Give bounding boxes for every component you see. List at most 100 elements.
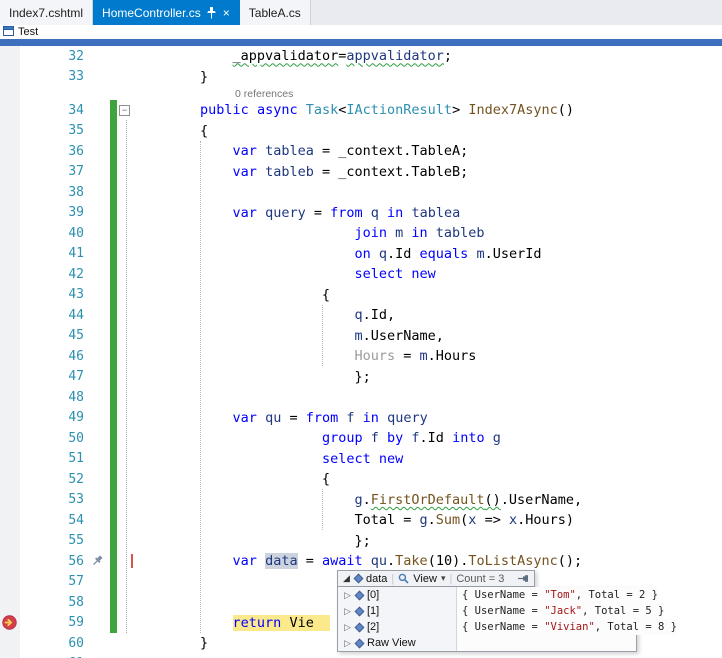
line-number[interactable]: 42 <box>20 267 90 282</box>
code-line[interactable]: var query = from q in tablea <box>135 205 722 221</box>
code-line[interactable]: var data = await qu.Take(10).ToListAsync… <box>135 553 722 570</box>
line-number[interactable]: 56 <box>20 554 90 569</box>
test-window-titlebar[interactable]: Test <box>0 25 722 39</box>
line-number[interactable]: 41 <box>20 246 90 261</box>
line-number[interactable]: 40 <box>20 226 90 241</box>
line-number[interactable]: 33 <box>20 69 90 84</box>
breakpoint-gutter-cell[interactable] <box>0 244 20 265</box>
expander-closed-icon[interactable]: ▷ <box>343 606 352 617</box>
breakpoint-gutter-cell[interactable] <box>0 182 20 203</box>
line-number[interactable]: 37 <box>20 164 90 179</box>
breakpoint-gutter-cell[interactable] <box>0 223 20 244</box>
code-line[interactable]: var qu = from f in query <box>135 410 722 426</box>
breakpoint-gutter-cell[interactable] <box>0 346 20 367</box>
codelens-references[interactable]: 0 references <box>135 88 722 100</box>
datatip-item-row[interactable]: ▷ [1] { UserName = "Jack", Total = 5 } <box>338 603 665 619</box>
close-icon[interactable]: × <box>223 7 230 19</box>
code-line[interactable]: Hours = m.Hours <box>135 348 722 364</box>
pin-icon[interactable] <box>206 6 216 19</box>
breakpoint-gutter-cell[interactable] <box>0 264 20 285</box>
datatip-header[interactable]: ◢ data | View ▾ | Count = 3 <box>337 570 535 587</box>
code-line[interactable]: select new <box>135 266 722 282</box>
code-line[interactable]: Total = g.Sum(x => x.Hours) <box>135 512 722 528</box>
breakpoint-gutter-cell[interactable] <box>0 551 20 572</box>
code-line[interactable]: }; <box>135 369 722 385</box>
line-number[interactable]: 55 <box>20 533 90 548</box>
tab-tablea[interactable]: TableA.cs <box>239 0 311 25</box>
line-number[interactable]: 53 <box>20 492 90 507</box>
breakpoint-gutter-cell[interactable] <box>0 408 20 429</box>
magnifier-icon[interactable] <box>398 573 409 584</box>
line-number[interactable]: 49 <box>20 410 90 425</box>
expander-closed-icon[interactable]: ▷ <box>343 622 352 633</box>
code-line[interactable]: on q.Id equals m.UserId <box>135 246 722 262</box>
breakpoint-gutter-cell[interactable] <box>0 654 20 658</box>
code-line[interactable]: group f by f.Id into g <box>135 430 722 446</box>
breakpoint-gutter-cell[interactable] <box>0 469 20 490</box>
breakpoint-gutter-cell[interactable] <box>0 141 20 162</box>
line-number[interactable]: 51 <box>20 451 90 466</box>
line-number[interactable]: 39 <box>20 205 90 220</box>
breakpoint-gutter-cell[interactable] <box>0 46 20 67</box>
breakpoint-gutter-cell[interactable] <box>0 449 20 470</box>
breakpoint-gutter-cell[interactable] <box>0 613 20 634</box>
breakpoint-gutter-cell[interactable] <box>0 592 20 613</box>
breakpoint-gutter-cell[interactable] <box>0 100 20 121</box>
line-number[interactable]: 44 <box>20 308 90 323</box>
tab-index7cshtml[interactable]: Index7.cshtml <box>0 0 94 25</box>
datatip-pin-icon[interactable] <box>517 573 530 584</box>
breakpoint-gutter-cell[interactable] <box>0 367 20 388</box>
code-line[interactable]: q.Id, <box>135 307 722 323</box>
line-number[interactable]: 32 <box>20 49 90 64</box>
code-line[interactable]: _appvalidator=appvalidator; <box>135 48 722 64</box>
code-line[interactable]: m.UserName, <box>135 328 722 344</box>
breakpoint-gutter-cell[interactable] <box>0 572 20 593</box>
line-number[interactable]: 45 <box>20 328 90 343</box>
code-line[interactable]: g.FirstOrDefault().UserName, <box>135 492 722 508</box>
breakpoint-gutter-cell[interactable] <box>0 162 20 183</box>
line-number[interactable]: 58 <box>20 595 90 610</box>
fold-margin[interactable]: − <box>117 100 135 121</box>
line-number[interactable]: 54 <box>20 513 90 528</box>
line-number[interactable]: 36 <box>20 144 90 159</box>
line-number[interactable]: 47 <box>20 369 90 384</box>
expander-open-icon[interactable]: ◢ <box>342 573 351 584</box>
expander-closed-icon[interactable]: ▷ <box>343 590 352 601</box>
fold-toggle-minus[interactable]: − <box>119 105 130 116</box>
line-number[interactable]: 50 <box>20 431 90 446</box>
breakpoint-gutter-cell[interactable] <box>0 121 20 142</box>
breakpoint-gutter-cell[interactable] <box>0 531 20 552</box>
datatip-view-button[interactable]: View <box>413 573 437 585</box>
breakpoint-gutter-cell[interactable] <box>0 490 20 511</box>
code-line[interactable]: } <box>135 69 722 85</box>
line-number[interactable]: 35 <box>20 123 90 138</box>
expander-closed-icon[interactable]: ▷ <box>343 638 352 649</box>
code-line[interactable]: join m in tableb <box>135 225 722 241</box>
breakpoint-gutter-cell[interactable] <box>0 510 20 531</box>
line-number[interactable]: 46 <box>20 349 90 364</box>
line-number[interactable]: 34 <box>20 103 90 118</box>
datatip-item-row[interactable]: ▷ [0] { UserName = "Tom", Total = 2 } <box>338 587 658 603</box>
code-editor[interactable]: 32 _appvalidator=appvalidator; 33 } 0 refe… <box>0 46 722 658</box>
code-line[interactable]: var tableb = _context.TableB; <box>135 164 722 180</box>
line-number[interactable]: 38 <box>20 185 90 200</box>
breakpoint-gutter-cell[interactable] <box>0 428 20 449</box>
breakpoint-gutter-cell[interactable] <box>0 305 20 326</box>
code-line[interactable]: { <box>135 123 722 139</box>
code-line[interactable]: { <box>135 287 722 303</box>
line-number[interactable]: 48 <box>20 390 90 405</box>
breakpoint-gutter-cell[interactable] <box>0 387 20 408</box>
line-number[interactable]: 60 <box>20 636 90 651</box>
chevron-down-icon[interactable]: ▾ <box>441 573 446 584</box>
code-line[interactable]: public async Task<IActionResult> Index7A… <box>135 102 722 118</box>
code-line[interactable]: }; <box>135 533 722 549</box>
code-line[interactable]: { <box>135 471 722 487</box>
line-number[interactable]: 57 <box>20 574 90 589</box>
breakpoint-gutter-cell[interactable] <box>0 87 20 100</box>
tab-homecontroller[interactable]: HomeController.cs × <box>93 0 240 25</box>
breakpoint-gutter-cell[interactable] <box>0 67 20 88</box>
datatip-raw-view-row[interactable]: ▷ Raw View <box>338 635 636 651</box>
line-number[interactable]: 43 <box>20 287 90 302</box>
code-line[interactable]: var tablea = _context.TableA; <box>135 143 722 159</box>
line-number[interactable]: 52 <box>20 472 90 487</box>
